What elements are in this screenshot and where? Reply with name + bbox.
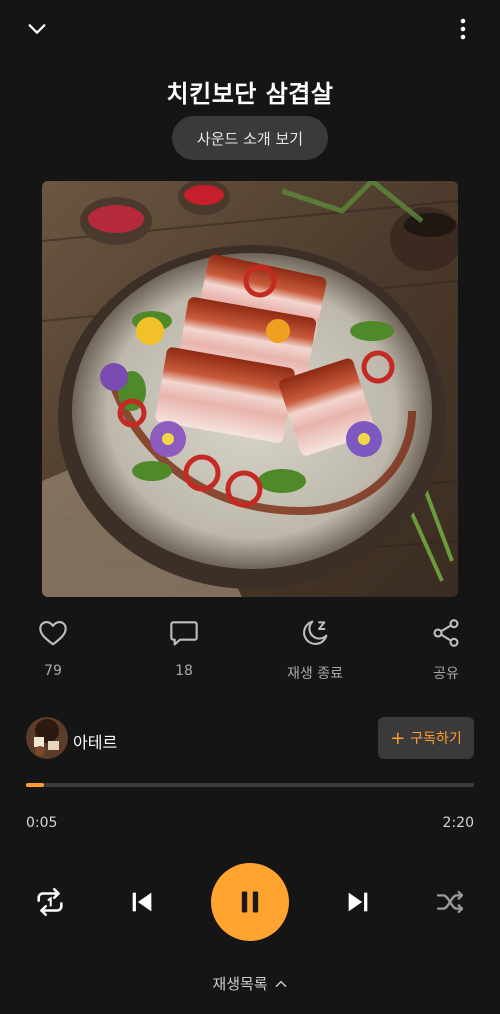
sound-intro-button[interactable]: 사운드 소개 보기 [172,116,328,160]
subscribe-label: 구독하기 [410,731,462,747]
total-time: 2:20 [442,815,474,831]
chevron-down-icon [28,24,46,34]
heart-icon [39,621,67,646]
next-button[interactable] [338,882,378,922]
avatar-image [26,717,68,759]
subscribe-button[interactable]: + 구독하기 [378,717,474,759]
repeat-one-icon [37,887,63,917]
share-button[interactable]: 공유 [391,615,500,683]
share-icon [433,619,459,647]
plus-icon: + [390,727,406,749]
shuffle-icon [436,890,464,914]
progress-bar[interactable] [26,783,474,787]
action-row: 79 18 재생 종료 공유 [0,615,500,695]
playlist-label: 재생목록 [212,975,268,993]
comment-icon [170,621,198,646]
comment-button[interactable]: 18 [129,615,239,679]
sleep-timer-button[interactable]: 재생 종료 [260,615,370,683]
artist-avatar[interactable] [26,717,68,759]
shuffle-button[interactable] [430,882,470,922]
sleep-timer-label: 재생 종료 [287,666,343,682]
current-time: 0:05 [26,815,58,831]
pause-icon [241,891,259,913]
album-artwork [42,181,458,597]
artwork-illustration [42,181,458,597]
artist-name[interactable]: 아테르 [73,729,117,753]
repeat-button[interactable] [30,882,70,922]
chevron-up-icon [275,980,286,987]
like-button[interactable]: 79 [0,615,108,679]
previous-button[interactable] [122,882,162,922]
moon-sleep-icon [303,620,328,645]
more-vertical-icon [460,18,466,40]
more-options-button[interactable] [446,12,480,46]
track-title: 치킨보단 삼겹살 [166,80,334,108]
play-pause-button[interactable] [211,863,289,941]
like-count: 79 [44,663,62,679]
comment-count: 18 [175,663,193,679]
share-label: 공유 [433,666,459,682]
playlist-toggle[interactable]: 재생목록 [0,973,500,994]
collapse-button[interactable] [20,12,54,46]
progress-fill [26,783,44,787]
player-screen: 치킨보단 삼겹살 사운드 소개 보기 79 18 재생 종료 공유 아테르 + … [0,0,500,1014]
skip-next-icon [348,892,368,912]
skip-previous-icon [132,892,152,912]
